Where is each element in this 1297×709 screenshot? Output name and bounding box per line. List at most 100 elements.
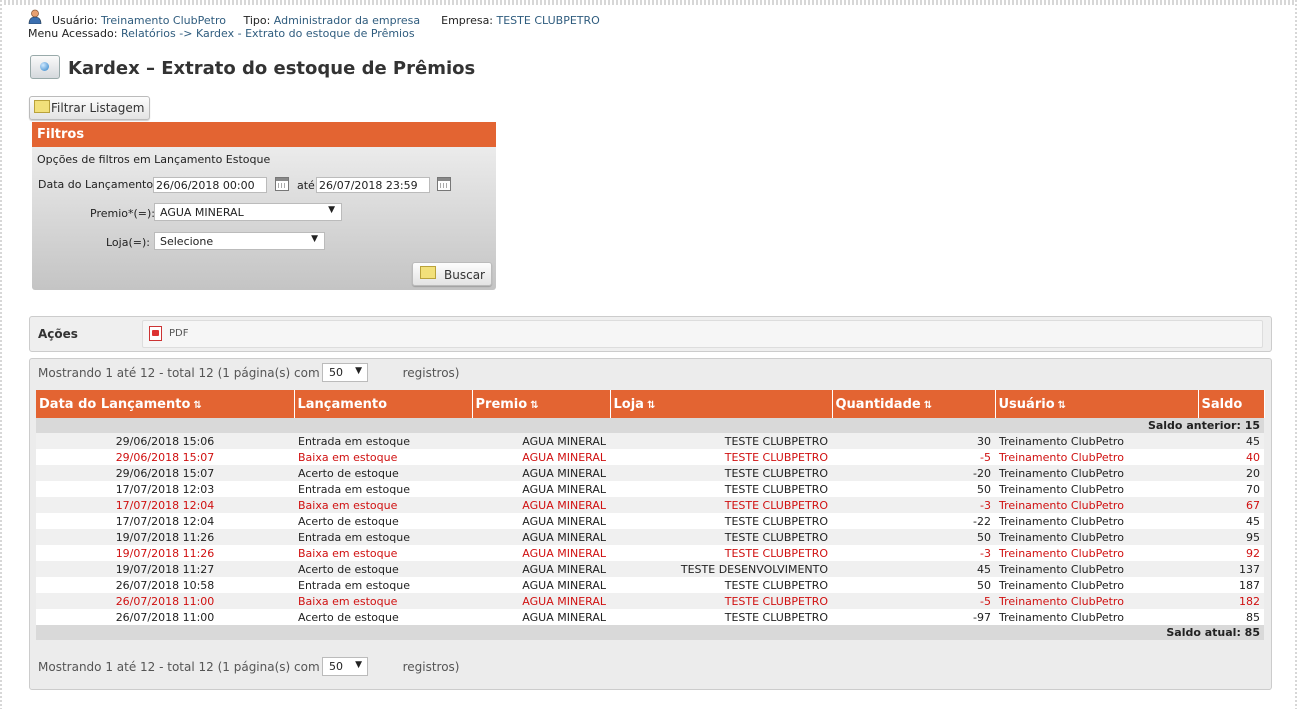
col-header-data[interactable]: Data do Lançamento ⇅ <box>36 390 295 418</box>
cell-data: 19/07/2018 11:26 <box>36 545 294 561</box>
cell-usuario: Treinamento ClubPetro <box>995 497 1198 513</box>
date-from-input[interactable] <box>153 177 267 193</box>
table-row: 17/07/2018 12:04 Baixa em estoque AGUA MIN… <box>36 497 1264 513</box>
cell-saldo: 95 <box>1198 529 1264 545</box>
paging-prefix: Mostrando 1 até 12 - total 12 (1 página(… <box>38 366 343 380</box>
filter-listing-button[interactable]: Filtrar Listagem <box>29 96 150 120</box>
cell-data: 29/06/2018 15:07 <box>36 465 294 481</box>
company-value: TESTE CLUBPETRO <box>496 14 600 27</box>
col-header-saldo: Saldo <box>1198 390 1265 418</box>
cell-saldo: 45 <box>1198 433 1264 449</box>
cell-lancamento: Entrada em estoque <box>294 577 472 593</box>
per-page-select[interactable]: 50 ▼ <box>322 657 368 676</box>
cell-loja: TESTE CLUBPETRO <box>610 545 832 561</box>
cell-quantidade: -3 <box>832 545 995 561</box>
filter-listing-label: Filtrar Listagem <box>51 101 145 115</box>
cell-usuario: Treinamento ClubPetro <box>995 433 1198 449</box>
cell-lancamento: Acerto de estoque <box>294 609 472 625</box>
cell-premio: AGUA MINERAL <box>472 481 610 497</box>
cell-usuario: Treinamento ClubPetro <box>995 449 1198 465</box>
filter-icon <box>34 100 50 113</box>
cell-data: 26/07/2018 10:58 <box>36 577 294 593</box>
loja-selected: Selecione <box>160 235 214 248</box>
cell-loja: TESTE CLUBPETRO <box>610 513 832 529</box>
report-icon <box>30 55 60 79</box>
calendar-icon[interactable] <box>437 177 451 191</box>
premio-label: Premio*(=): <box>90 207 155 220</box>
col-header-loja[interactable]: Loja ⇅ <box>610 390 833 418</box>
table-row: 29/06/2018 15:07 Baixa em estoque AGUA MIN… <box>36 449 1264 465</box>
paging-prefix: Mostrando 1 até 12 - total 12 (1 página(… <box>38 660 343 674</box>
cell-premio: AGUA MINERAL <box>472 433 610 449</box>
breadcrumb: Relatórios -> Kardex - Extrato do estoqu… <box>120 27 415 40</box>
sort-icon: ⇅ <box>1057 399 1067 411</box>
cell-usuario: Treinamento ClubPetro <box>995 609 1198 625</box>
premio-select[interactable]: AGUA MINERAL ▼ <box>154 203 342 221</box>
cell-saldo: 67 <box>1198 497 1264 513</box>
search-button[interactable]: Buscar <box>412 262 492 286</box>
cell-quantidade: -97 <box>832 609 995 625</box>
user-name: Treinamento ClubPetro <box>101 14 226 27</box>
pdf-label: PDF <box>169 328 189 339</box>
calendar-icon[interactable] <box>275 177 289 191</box>
pdf-icon <box>149 326 162 341</box>
search-button-label: Buscar <box>444 268 485 282</box>
paging-suffix: registros) <box>402 366 460 380</box>
col-header-quantidade[interactable]: Quantidade ⇅ <box>832 390 996 418</box>
table-row: 19/07/2018 11:27 Acerto de estoque AGUA MI… <box>36 561 1264 577</box>
kardex-table: Data do Lançamento ⇅ Lançamento Premio ⇅ L… <box>36 390 1265 640</box>
cell-usuario: Treinamento ClubPetro <box>995 465 1198 481</box>
cell-lancamento: Baixa em estoque <box>294 593 472 609</box>
filters-title: Filtros <box>37 127 85 142</box>
cell-usuario: Treinamento ClubPetro <box>995 513 1198 529</box>
cell-quantidade: 45 <box>832 561 995 577</box>
table-row: 26/07/2018 11:00 Acerto de estoque AGUA MI… <box>36 609 1264 625</box>
cell-data: 17/07/2018 12:04 <box>36 513 294 529</box>
loja-label: Loja(=): <box>106 236 150 249</box>
sort-icon: ⇅ <box>923 399 933 411</box>
cell-lancamento: Acerto de estoque <box>294 513 472 529</box>
cell-premio: AGUA MINERAL <box>472 449 610 465</box>
col-header-premio[interactable]: Premio ⇅ <box>472 390 611 418</box>
cell-saldo: 45 <box>1198 513 1264 529</box>
filters-header: Filtros <box>32 122 496 147</box>
page-left-border <box>0 0 2 709</box>
cell-premio: AGUA MINERAL <box>472 545 610 561</box>
actions-area: PDF <box>142 320 1263 348</box>
table-row: 26/07/2018 11:00 Baixa em estoque AGUA MIN… <box>36 593 1264 609</box>
cell-data: 29/06/2018 15:06 <box>36 433 294 449</box>
paging-suffix: registros) <box>402 660 460 674</box>
menu-accessed-line: Menu Acessado: Relatórios -> Kardex - Ex… <box>28 27 415 40</box>
saldo-atual-row: Saldo atual: 85 <box>36 625 1264 640</box>
cell-quantidade: 30 <box>832 433 995 449</box>
chevron-down-icon: ▼ <box>328 205 335 215</box>
sort-icon: ⇅ <box>193 399 202 411</box>
pdf-export-button[interactable]: PDF <box>143 321 203 347</box>
table-row: 19/07/2018 11:26 Baixa em estoque AGUA MIN… <box>36 545 1264 561</box>
cell-loja: TESTE CLUBPETRO <box>610 529 832 545</box>
col-header-usuario[interactable]: Usuário ⇅ <box>995 390 1199 418</box>
cell-usuario: Treinamento ClubPetro <box>995 561 1198 577</box>
actions-label: Ações <box>38 327 78 341</box>
saldo-atual: Saldo atual: 85 <box>36 625 1264 640</box>
user-label: Usuário: <box>52 14 98 27</box>
cell-premio: AGUA MINERAL <box>472 529 610 545</box>
saldo-anterior: Saldo anterior: 15 <box>36 418 1264 433</box>
cell-quantidade: -5 <box>832 449 995 465</box>
cell-loja: TESTE DESENVOLVIMENTO <box>610 561 832 577</box>
cell-quantidade: -22 <box>832 513 995 529</box>
chevron-down-icon: ▼ <box>311 234 318 244</box>
loja-select[interactable]: Selecione ▼ <box>154 232 325 250</box>
cell-loja: TESTE CLUBPETRO <box>610 609 832 625</box>
cell-premio: AGUA MINERAL <box>472 497 610 513</box>
cell-data: 29/06/2018 15:07 <box>36 449 294 465</box>
company-label: Empresa: <box>441 14 494 27</box>
col-header-lancamento: Lançamento <box>294 390 473 418</box>
cell-usuario: Treinamento ClubPetro <box>995 481 1198 497</box>
per-page-select[interactable]: 50 ▼ <box>322 363 368 382</box>
table-row: 26/07/2018 10:58 Entrada em estoque AGUA M… <box>36 577 1264 593</box>
date-to-input[interactable] <box>316 177 430 193</box>
table-row: 29/06/2018 15:07 Acerto de estoque AGUA MI… <box>36 465 1264 481</box>
cell-lancamento: Baixa em estoque <box>294 449 472 465</box>
cell-quantidade: 50 <box>832 577 995 593</box>
